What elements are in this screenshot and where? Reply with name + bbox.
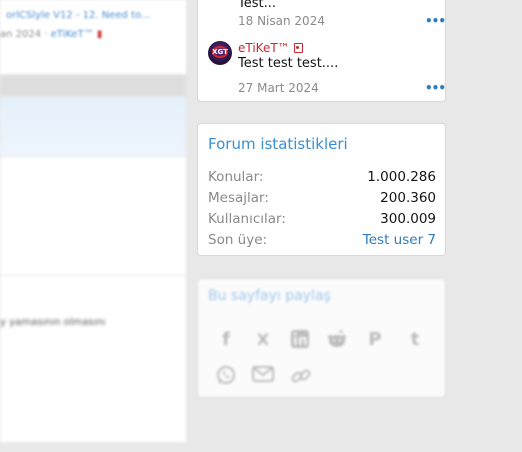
stats-value: 200.360 [380, 190, 436, 206]
latest-messages-card: Test... 18 Nisan 2024 ••• XGT eTiKeT™ Te… [197, 0, 446, 102]
avatar[interactable]: XGT [208, 41, 232, 65]
section-header [0, 97, 186, 157]
link-icon[interactable] [290, 365, 312, 387]
thread-meta-user[interactable]: eTiKeT™ [51, 29, 94, 40]
section-divider [0, 75, 186, 97]
stats-row-messages: Mesajlar: 200.360 [208, 190, 436, 210]
stats-title: Forum istatistikleri [208, 135, 348, 153]
content-divider [0, 275, 186, 276]
user-badge-icon: ▮ [96, 29, 103, 40]
reddit-icon[interactable] [326, 329, 348, 351]
stats-value: 300.009 [380, 211, 436, 227]
tumblr-icon[interactable]: t [404, 329, 426, 351]
message-text[interactable]: Test... [238, 0, 276, 11]
stats-value: 1.000.286 [367, 169, 436, 185]
share-title: Bu sayfayı paylaş [208, 288, 331, 304]
thread-link[interactable]: orlCSlyle V12 - 12. Need to... [6, 10, 150, 21]
stats-row-latest-member: Son üye: Test user 7 [208, 232, 436, 252]
stats-label: Mesajlar: [208, 190, 269, 206]
forum-stats-card: Forum istatistikleri Konular: 1.000.286 … [197, 123, 446, 256]
more-options-icon[interactable]: ••• [425, 82, 446, 94]
username-label[interactable]: eTiKeT™ [238, 41, 290, 55]
thread-meta-date: an 2024 · [0, 29, 51, 40]
message-date: 18 Nisan 2024 [238, 14, 325, 28]
more-options-icon[interactable]: ••• [425, 15, 446, 27]
pinterest-icon[interactable]: P [364, 329, 386, 351]
content-snippet: y yamasının olmasını [0, 317, 106, 328]
content-panel: y yamasının olmasını [0, 157, 186, 442]
stats-label: Kullanıcılar: [208, 211, 286, 227]
latest-member-link[interactable]: Test user 7 [363, 232, 436, 248]
message-username[interactable]: eTiKeT™ [238, 41, 303, 55]
share-card: Bu sayfayı paylaş f X P t [197, 278, 446, 398]
message-text[interactable]: Test test test.... [238, 56, 338, 71]
message-date: 27 Mart 2024 [238, 81, 319, 95]
thread-list-panel: orlCSlyle V12 - 12. Need to... an 2024 ·… [0, 0, 186, 75]
stats-label: Konular: [208, 169, 264, 185]
stats-row-threads: Konular: 1.000.286 [208, 169, 436, 189]
facebook-icon[interactable]: f [215, 329, 237, 351]
avatar-text: XGT [212, 48, 228, 56]
stats-label: Son üye: [208, 232, 268, 248]
email-icon[interactable] [252, 365, 274, 387]
thread-meta: an 2024 · eTiKeT™ ▮ [0, 29, 102, 40]
whatsapp-icon[interactable] [215, 365, 237, 387]
linkedin-icon[interactable] [289, 329, 311, 351]
x-icon[interactable]: X [252, 329, 274, 351]
id-badge-icon [293, 43, 303, 53]
stats-row-users: Kullanıcılar: 300.009 [208, 211, 436, 231]
